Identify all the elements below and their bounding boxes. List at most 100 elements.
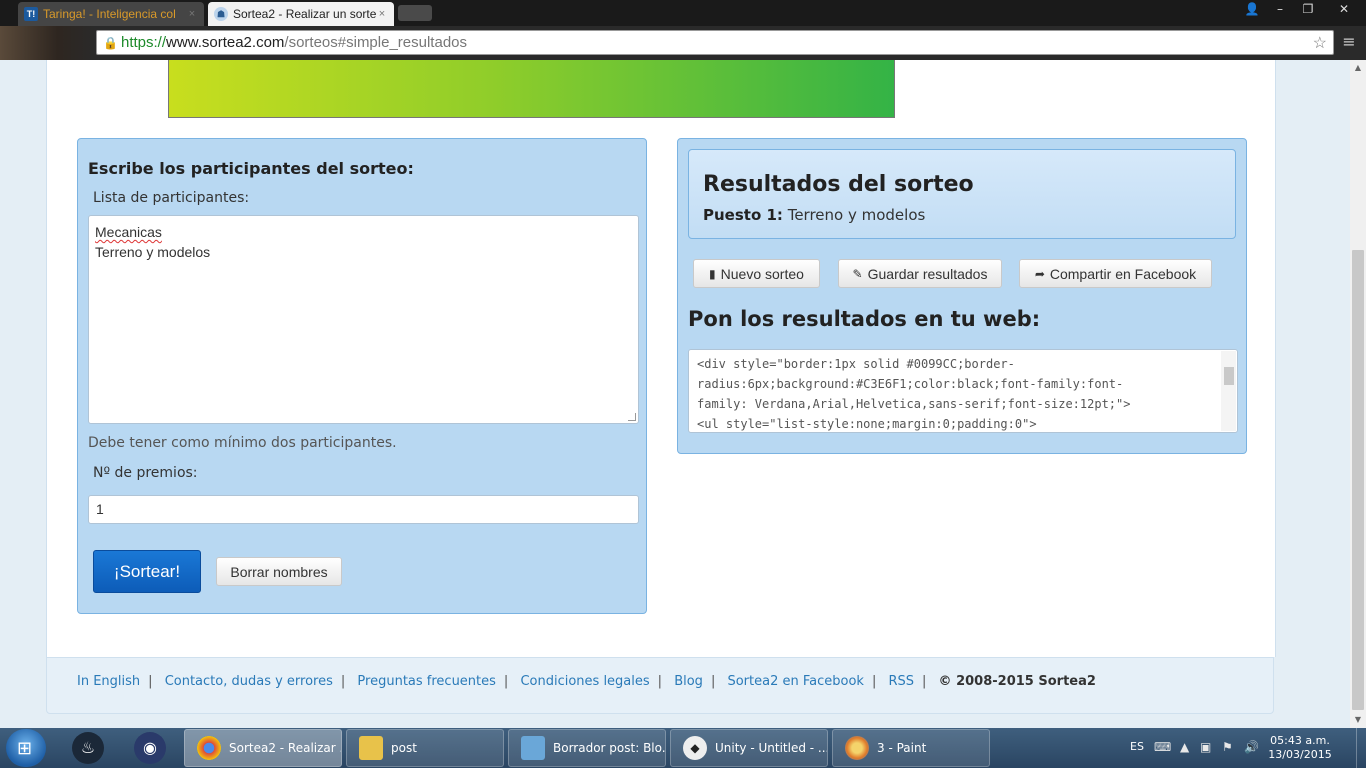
bookmark-star-icon[interactable]: ☆ <box>1313 33 1327 53</box>
tab-title: Sortea2 - Realizar un sorte <box>233 7 376 21</box>
show-desktop-button[interactable] <box>1356 728 1366 768</box>
copyright-text: © 2008-2015 Sortea2 <box>938 674 1096 689</box>
participants-panel: Escribe los participantes del sorteo: Li… <box>77 138 647 614</box>
clock-time: 05:43 a.m. <box>1270 734 1330 747</box>
taskbar-item-chrome[interactable]: Sortea2 - Realizar ... <box>184 729 342 767</box>
share-facebook-label: Compartir en Facebook <box>1049 265 1197 282</box>
results-box: Resultados del sorteo Puesto 1: Terreno … <box>688 149 1236 239</box>
code-line: <div style="border:1px solid #0099CC;bor… <box>697 357 1015 371</box>
keyboard-icon[interactable]: ⌨ <box>1154 740 1171 754</box>
lock-icon: 🔒 <box>103 35 118 50</box>
task-label: 3 - Paint <box>877 741 927 755</box>
clock-date: 13/03/2015 <box>1268 748 1332 761</box>
draw-button[interactable]: ¡Sortear! <box>93 550 201 593</box>
page-scrollbar[interactable]: ▲ ▼ <box>1350 60 1366 728</box>
banner-image <box>168 60 895 118</box>
start-button[interactable]: ⊞ <box>6 729 46 767</box>
participant-line: Terreno y modelos <box>95 244 211 260</box>
code-line: radius:6px;background:#C3E6F1;color:blac… <box>697 377 1124 391</box>
prizes-input[interactable]: 1 <box>88 495 639 524</box>
taskbar-item-unity[interactable]: ◆ Unity - Untitled - ... <box>670 729 828 767</box>
new-draw-button[interactable]: ▮ Nuevo sorteo <box>693 259 820 288</box>
code-line: <ul style="list-style:none;margin:0;padd… <box>697 417 1037 431</box>
media-player-icon[interactable]: ◉ <box>134 732 166 764</box>
windows-logo-icon: ⊞ <box>17 738 33 759</box>
chrome-menu-icon[interactable]: ≡ <box>1342 32 1356 54</box>
close-window-button[interactable]: ✕ <box>1326 0 1362 18</box>
tab-sortea2[interactable]: ☗ Sortea2 - Realizar un sorte × <box>208 2 394 26</box>
participants-list-label: Lista de participantes: <box>93 190 250 206</box>
result-position: Puesto 1: Terreno y modelos <box>703 206 925 224</box>
page-viewport: Escribe los participantes del sorteo: Li… <box>0 60 1350 728</box>
footer-link-legal[interactable]: Condiciones legales <box>520 674 649 689</box>
close-tab-icon[interactable]: × <box>376 8 388 20</box>
page-footer: In English | Contacto, dudas y errores | P… <box>46 657 1274 714</box>
tab-taringa[interactable]: T! Taringa! - Inteligencia col × <box>18 2 204 26</box>
paint-icon <box>845 736 869 760</box>
theme-artwork <box>0 26 96 60</box>
browser-toolbar: 🔒 https:// www.sortea2.com /sorteos#simp… <box>0 26 1366 60</box>
footer-link-english[interactable]: In English <box>77 674 140 689</box>
unity-icon: ◆ <box>683 736 707 760</box>
url-host: www.sortea2.com <box>166 34 285 51</box>
taskbar-item-post[interactable]: post <box>346 729 504 767</box>
show-hidden-icons-icon[interactable]: ▲ <box>1180 740 1189 754</box>
chrome-icon <box>197 736 221 760</box>
user-profile-icon[interactable]: 👤 <box>1238 0 1266 18</box>
url-scheme: https:// <box>121 34 167 51</box>
scroll-down-icon[interactable]: ▼ <box>1350 712 1366 728</box>
windows-taskbar: ⊞ ♨ ◉ Sortea2 - Realizar ... post Borrad… <box>0 728 1366 768</box>
volume-icon[interactable]: 🔊 <box>1244 740 1259 754</box>
participant-line: Mecanicas <box>95 224 162 240</box>
prizes-label: Nº de premios: <box>93 465 198 481</box>
embed-code-textarea[interactable]: <div style="border:1px solid #0099CC;bor… <box>688 349 1238 433</box>
share-arrow-icon: ➦ <box>1034 266 1045 281</box>
folder-icon <box>359 736 383 760</box>
position-label: Puesto 1: <box>703 206 783 224</box>
footer-link-faq[interactable]: Preguntas frecuentes <box>357 674 496 689</box>
scroll-up-icon[interactable]: ▲ <box>1350 60 1366 76</box>
address-bar[interactable]: 🔒 https:// www.sortea2.com /sorteos#simp… <box>96 30 1334 55</box>
new-tab-button[interactable] <box>398 5 432 21</box>
footer-link-blog[interactable]: Blog <box>674 674 703 689</box>
task-label: Sortea2 - Realizar ... <box>229 741 342 755</box>
task-label: post <box>391 741 417 755</box>
save-results-label: Guardar resultados <box>867 265 988 282</box>
save-results-button[interactable]: ✎ Guardar resultados <box>838 259 1002 288</box>
resize-handle-icon[interactable] <box>628 413 636 421</box>
restore-button[interactable]: ❐ <box>1294 0 1322 18</box>
page-scroll-thumb[interactable] <box>1352 250 1364 710</box>
new-draw-label: Nuevo sorteo <box>720 265 804 282</box>
code-scrollbar[interactable] <box>1221 351 1236 431</box>
document-icon <box>521 736 545 760</box>
steam-icon[interactable]: ♨ <box>72 732 104 764</box>
taringa-favicon-icon: T! <box>24 7 38 21</box>
clock[interactable]: 05:43 a.m. 13/03/2015 <box>1260 734 1340 762</box>
footer-link-rss[interactable]: RSS <box>888 674 914 689</box>
results-panel: Resultados del sorteo Puesto 1: Terreno … <box>677 138 1247 454</box>
tab-title: Taringa! - Inteligencia col <box>43 7 176 21</box>
clear-names-button[interactable]: Borrar nombres <box>216 557 342 586</box>
share-facebook-button[interactable]: ➦ Compartir en Facebook <box>1019 259 1212 288</box>
participants-textarea[interactable]: Mecanicas Terreno y modelos <box>88 215 639 424</box>
results-title: Resultados del sorteo <box>703 172 974 197</box>
sortea2-favicon-icon: ☗ <box>214 7 228 21</box>
minimum-participants-hint: Debe tener como mínimo dos participantes… <box>88 435 397 451</box>
language-indicator[interactable]: ES <box>1130 740 1144 753</box>
footer-links: In English | Contacto, dudas y errores | P… <box>77 674 1096 689</box>
close-tab-icon[interactable]: × <box>186 8 198 20</box>
footer-link-contact[interactable]: Contacto, dudas y errores <box>165 674 333 689</box>
footer-link-facebook[interactable]: Sortea2 en Facebook <box>727 674 863 689</box>
winner-name: Terreno y modelos <box>787 206 926 224</box>
task-label: Unity - Untitled - ... <box>715 741 828 755</box>
taskbar-item-paint[interactable]: 3 - Paint <box>832 729 990 767</box>
network-icon[interactable]: ▣ <box>1200 740 1211 754</box>
edit-icon: ✎ <box>852 266 863 281</box>
embed-heading: Pon los resultados en tu web: <box>688 307 1041 331</box>
file-icon: ▮ <box>709 266 716 281</box>
page-content: Escribe los participantes del sorteo: Li… <box>46 60 1276 657</box>
taskbar-item-draft[interactable]: Borrador post: Blo... <box>508 729 666 767</box>
minimize-button[interactable]: – <box>1266 0 1294 18</box>
code-scroll-thumb[interactable] <box>1224 367 1234 385</box>
action-center-flag-icon[interactable]: ⚑ <box>1222 740 1233 754</box>
